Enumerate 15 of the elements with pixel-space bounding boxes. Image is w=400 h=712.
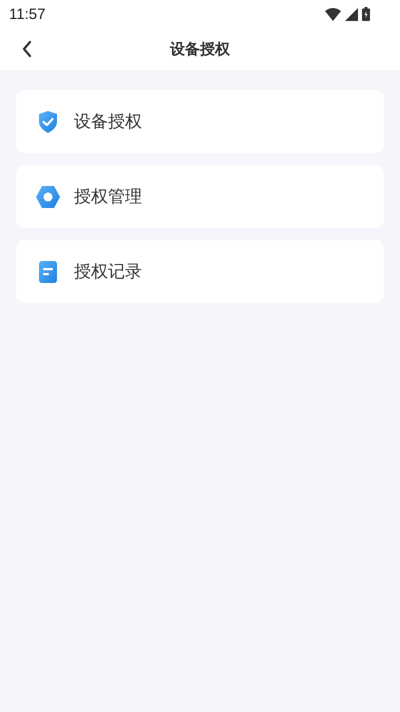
wifi-icon (325, 8, 341, 20)
back-icon (21, 40, 33, 58)
shield-check-icon (37, 110, 59, 134)
menu-card[interactable]: 授权管理 (16, 165, 384, 228)
menu-card[interactable]: 设备授权 (16, 90, 384, 153)
page-title: 设备授权 (170, 40, 230, 58)
menu-label: 设备授权 (74, 111, 142, 133)
status-time: 11:57 (9, 6, 46, 22)
menu-label: 授权记录 (74, 261, 142, 283)
battery-icon (362, 7, 370, 21)
menu-card[interactable]: 授权记录 (16, 240, 384, 303)
document-icon (37, 260, 59, 284)
signal-icon (345, 8, 358, 20)
hexagon-icon (35, 184, 61, 208)
menu-label: 授权管理 (74, 186, 142, 208)
